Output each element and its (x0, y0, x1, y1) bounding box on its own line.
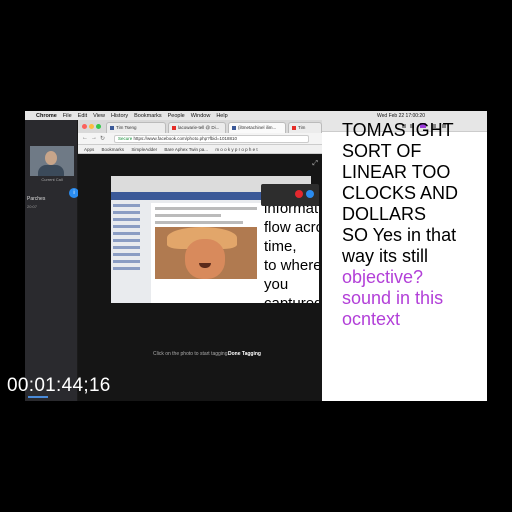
caller-body (38, 165, 64, 176)
video-timecode: 00:01:44;16 (7, 375, 111, 396)
doc-line: SORT OF (342, 141, 422, 161)
contact-name: Parches (27, 196, 46, 202)
inner-post-photo (155, 227, 257, 279)
tab-1[interactable]: Tim Tseng (106, 122, 166, 133)
forward-icon[interactable]: → (91, 135, 97, 141)
caller-head (45, 151, 57, 165)
reload-icon[interactable]: ↻ (100, 135, 105, 142)
doc-line: TOMAS IGHT (342, 120, 454, 140)
secure-label: Secure (118, 136, 133, 141)
call-panel: Current Call Parches 20:07 (25, 120, 77, 401)
tab-label: lacowarie-tell @ Di... (178, 125, 220, 130)
youtube-icon (292, 125, 296, 130)
bookmark-mooky[interactable]: m o o k y p r o p h e t (215, 147, 257, 152)
url-input[interactable]: Secure https://www.facebook.com/photo.ph… (114, 135, 309, 143)
document-body[interactable]: TOMAS IGHT SORT OF LINEAR TOO CLOCKS AND… (342, 120, 487, 330)
record-icon[interactable] (295, 190, 303, 198)
tab-label: Tim Tseng (116, 125, 137, 130)
facebook-icon (232, 125, 236, 130)
photo-footer: Click on the photo to start tagging. Don… (78, 347, 323, 361)
tab-4[interactable]: Tim (288, 122, 322, 133)
doc-line: LINEAR TOO (342, 162, 451, 182)
bookmark-simpleadder[interactable]: SimpleAdder (131, 147, 157, 152)
menu-app-chrome[interactable]: Chrome (36, 113, 57, 119)
tab-2[interactable]: lacowarie-tell @ Di... (168, 122, 226, 133)
youtube-icon (172, 125, 176, 130)
doc-line: sound in this (342, 288, 444, 308)
video-frame: Chrome File Edit View History Bookmarks … (25, 111, 487, 401)
inner-left-nav (113, 204, 147, 300)
menu-people[interactable]: People (168, 113, 185, 119)
call-duration: 20:07 (27, 204, 38, 209)
menu-bookmarks[interactable]: Bookmarks (134, 113, 162, 119)
note-line: captured it (261, 294, 319, 303)
close-window-icon[interactable] (82, 124, 87, 129)
menu-help[interactable]: Help (216, 113, 227, 119)
doc-line: way its still (342, 246, 429, 266)
tab-label: (iltmetachinel ilim... (238, 125, 277, 130)
bookmark-apps[interactable]: Apps (84, 147, 94, 152)
menu-history[interactable]: History (111, 113, 128, 119)
back-icon[interactable]: ← (82, 135, 88, 141)
bookmark-aphex[interactable]: Bare Aphex Twin pa... (164, 147, 208, 152)
note-line: to where (264, 257, 319, 274)
playback-progress-bar[interactable] (28, 396, 48, 398)
tab-bar: Tim Tseng lacowarie-tell @ Di... (iltmet… (78, 120, 323, 133)
note-line: time, (264, 238, 297, 255)
expand-icon[interactable]: ⤢ (312, 160, 318, 168)
doc-line: DOLLARS (342, 204, 427, 224)
inner-post (151, 203, 261, 303)
note-line: you (264, 276, 289, 293)
doc-line: CLOCKS AND (342, 183, 459, 203)
tab-3[interactable]: (iltmetachinel ilim... (228, 122, 286, 133)
tab-label: Tim (298, 125, 306, 130)
note-overlay: information flow across time, to where y… (261, 206, 319, 303)
url-text: https://www.facebook.com/photo.php?fbid=… (133, 136, 237, 141)
tagging-hint: Click on the photo to start tagging. (153, 351, 229, 357)
browser-window: Tim Tseng lacowarie-tell @ Di... (iltmet… (78, 120, 323, 401)
done-tagging-button[interactable]: Done Tagging (228, 347, 261, 361)
doc-line: SO Yes in that (342, 225, 457, 245)
caller-video-thumbnail[interactable] (30, 146, 74, 176)
menu-view[interactable]: View (93, 113, 105, 119)
mac-menubar: Chrome File Edit View History Bookmarks … (25, 111, 487, 120)
address-bar-row: ← → ↻ Secure https://www.facebook.com/ph… (78, 133, 323, 145)
menu-window[interactable]: Window (191, 113, 211, 119)
bookmarks-bar: Apps Bookmarks SimpleAdder Bare Aphex Tw… (78, 145, 323, 154)
bookmark-bookmarks[interactable]: Bookmarks (102, 147, 125, 152)
menu-edit[interactable]: Edit (78, 113, 87, 119)
info-icon[interactable] (306, 190, 314, 198)
photo-viewer: ⤢ information flow across (78, 154, 323, 401)
doc-line: objective? (342, 267, 424, 287)
minimize-window-icon[interactable] (89, 124, 94, 129)
maximize-window-icon[interactable] (96, 124, 101, 129)
menubar-clock[interactable]: Wed Feb 22 17:00:20 (377, 113, 425, 119)
mini-toolbar (261, 184, 319, 206)
menu-file[interactable]: File (63, 113, 72, 119)
document-window: TOMAS IGHT SORT OF LINEAR TOO CLOCKS AND… (322, 120, 487, 401)
doc-line: ocntext (342, 309, 401, 329)
note-line: flow across (264, 219, 319, 236)
current-call-label: Current Call (41, 177, 63, 182)
note-line: information (264, 206, 319, 217)
facebook-icon (110, 125, 114, 130)
